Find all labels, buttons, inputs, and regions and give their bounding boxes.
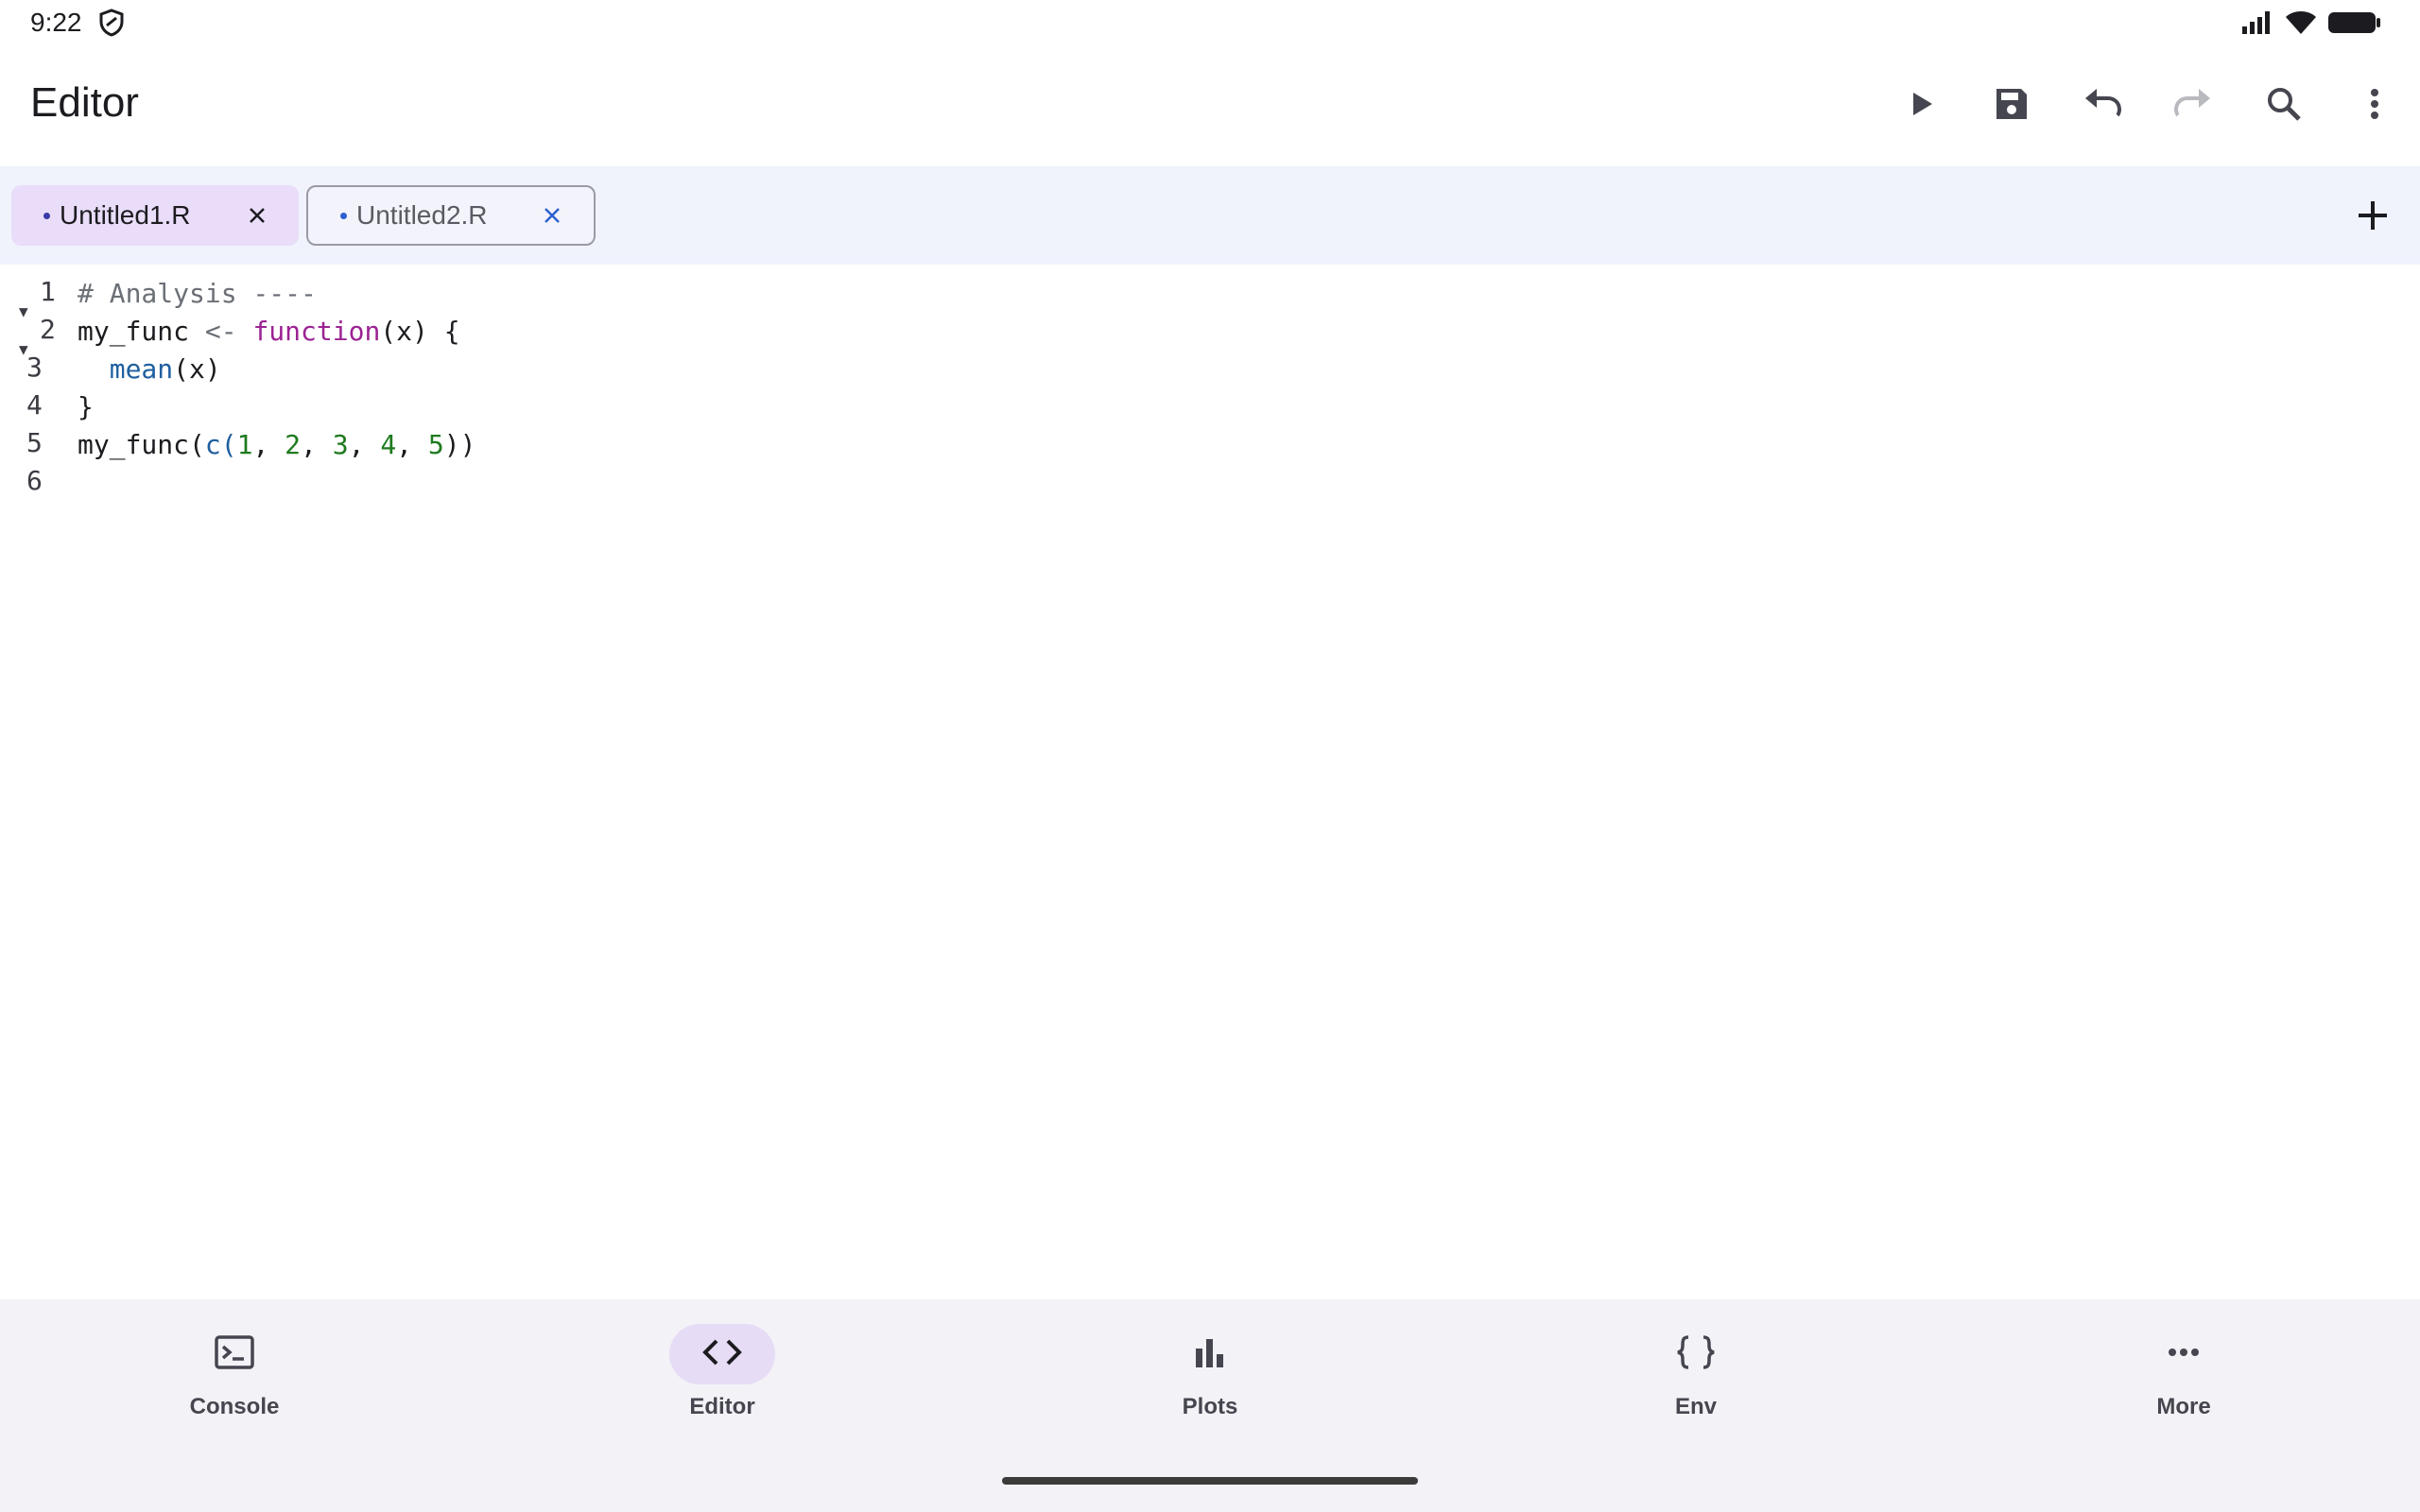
search-icon (2265, 85, 2303, 128)
nav-env[interactable]: Env (1601, 1324, 1790, 1437)
line-number: 5 (26, 427, 43, 458)
save-button[interactable] (1966, 70, 2057, 142)
code-text: } (78, 390, 94, 422)
redo-icon (2172, 85, 2214, 128)
status-icons (2240, 9, 2382, 41)
close-tab-button[interactable] (238, 197, 276, 234)
page-title: Editor (30, 79, 139, 126)
editor-toolbar (1876, 70, 2420, 142)
code-text: mean(x) (109, 352, 221, 385)
line-number: 3 (26, 352, 43, 383)
nav-console[interactable]: Console (140, 1324, 329, 1437)
bar-chart-icon (1191, 1333, 1229, 1376)
more-vert-icon (2365, 85, 2384, 128)
code-line: ▼ 1 # Analysis ---- (0, 274, 2420, 320)
unsaved-dot (43, 212, 50, 219)
unsaved-dot (340, 212, 347, 219)
nav-pill (182, 1324, 287, 1384)
tab-label: Untitled2.R (356, 200, 488, 230)
plus-icon (2356, 198, 2390, 237)
run-button[interactable] (1876, 70, 1966, 142)
more-options-button[interactable] (2329, 70, 2420, 142)
code-line: 5 my_func(c(1, 2, 3, 4, 5)) (0, 425, 2420, 463)
redo-button[interactable] (2148, 70, 2238, 142)
tab-untitled2[interactable]: Untitled2.R (306, 185, 596, 246)
shield-icon (98, 9, 125, 37)
line-number: 2 (40, 314, 56, 345)
braces-icon (1675, 1333, 1717, 1376)
status-bar: 9:22 (0, 0, 2420, 47)
nav-pill (669, 1324, 775, 1384)
file-tabs: Untitled1.R Untitled2.R (0, 166, 2420, 265)
home-indicator[interactable] (1002, 1477, 1418, 1485)
save-icon (1993, 85, 2031, 128)
nav-pill (1157, 1324, 1263, 1384)
tab-label: Untitled1.R (60, 200, 191, 230)
nav-label: Editor (689, 1394, 755, 1419)
code-text: # Analysis ---- (78, 277, 317, 309)
more-horiz-icon (2165, 1333, 2203, 1376)
code-text: my_func(c(1, 2, 3, 4, 5)) (78, 428, 476, 460)
nav-pill (2131, 1324, 2237, 1384)
line-number: 6 (26, 465, 43, 496)
status-time: 9:22 (30, 8, 82, 37)
nav-pill (1643, 1324, 1749, 1384)
top-app-bar: Editor (0, 47, 2420, 166)
fold-arrow-icon[interactable]: ▼ (19, 302, 28, 320)
terminal-icon (214, 1333, 255, 1376)
code-editor[interactable]: ▼ 1 # Analysis ---- ▼ 2 my_func <- funct… (0, 274, 2420, 1299)
close-tab-button[interactable] (533, 197, 571, 234)
add-tab-button[interactable] (2344, 189, 2401, 246)
nav-label: Console (189, 1394, 280, 1419)
nav-label: More (2156, 1394, 2211, 1419)
tab-untitled1[interactable]: Untitled1.R (11, 185, 299, 246)
undo-icon (2082, 85, 2123, 128)
line-number: 4 (26, 389, 43, 421)
nav-label: Env (1674, 1394, 1717, 1419)
search-button[interactable] (2238, 70, 2329, 142)
wifi-icon (2284, 9, 2318, 41)
undo-button[interactable] (2057, 70, 2148, 142)
code-text: my_func <- function(x) { (78, 315, 460, 347)
battery-icon (2327, 9, 2382, 41)
signal-icon (2240, 9, 2274, 41)
nav-plots[interactable]: Plots (1115, 1324, 1305, 1437)
close-icon (544, 208, 560, 223)
close-icon (250, 208, 265, 223)
code-line: ▼ 2 my_func <- function(x) { (0, 312, 2420, 358)
play-icon (1902, 85, 1940, 128)
code-line: 3 mean(x) (0, 350, 2420, 387)
nav-editor[interactable]: Editor (628, 1324, 817, 1437)
code-line: 6 (0, 463, 2420, 501)
nav-more[interactable]: More (2089, 1324, 2278, 1437)
nav-label: Plots (1182, 1394, 1238, 1419)
code-line: 4 } (0, 387, 2420, 425)
line-number: 1 (40, 276, 56, 307)
code-icon (701, 1333, 743, 1376)
